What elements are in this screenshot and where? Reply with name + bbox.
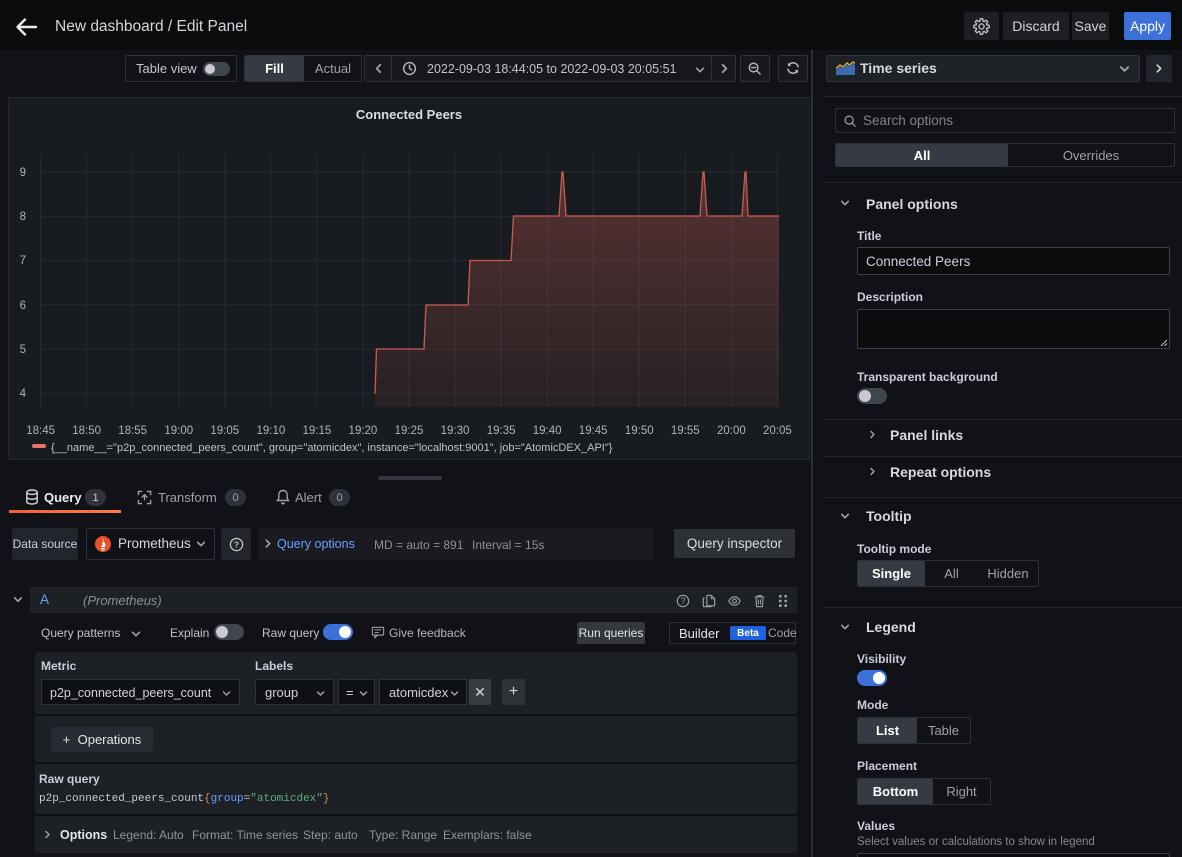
svg-text:19:45: 19:45 (579, 425, 608, 437)
svg-text:19:30: 19:30 (441, 425, 470, 437)
svg-text:4: 4 (20, 388, 27, 400)
svg-text:8: 8 (20, 211, 26, 223)
svg-text:19:35: 19:35 (487, 425, 516, 437)
svg-text:19:50: 19:50 (625, 425, 654, 437)
svg-text:?: ? (233, 539, 238, 549)
svg-text:19:55: 19:55 (671, 425, 700, 437)
svg-text:19:40: 19:40 (533, 425, 562, 437)
svg-text:5: 5 (20, 344, 26, 356)
svg-text:18:55: 18:55 (118, 425, 147, 437)
svg-text:19:15: 19:15 (303, 425, 332, 437)
svg-text:?: ? (681, 597, 686, 606)
svg-text:9: 9 (20, 167, 26, 179)
svg-text:19:00: 19:00 (164, 425, 193, 437)
svg-text:6: 6 (20, 300, 26, 312)
svg-text:18:45: 18:45 (26, 425, 55, 437)
svg-text:19:05: 19:05 (210, 425, 239, 437)
svg-text:19:25: 19:25 (395, 425, 424, 437)
svg-text:18:50: 18:50 (72, 425, 101, 437)
svg-text:7: 7 (20, 255, 26, 267)
svg-text:20:05: 20:05 (763, 425, 792, 437)
svg-text:{__name__="p2p_connected_peers: {__name__="p2p_connected_peers_count", g… (51, 442, 613, 454)
svg-text:20:00: 20:00 (717, 425, 746, 437)
svg-text:19:10: 19:10 (256, 425, 285, 437)
svg-text:19:20: 19:20 (349, 425, 378, 437)
svg-text:Connected Peers: Connected Peers (356, 107, 462, 122)
